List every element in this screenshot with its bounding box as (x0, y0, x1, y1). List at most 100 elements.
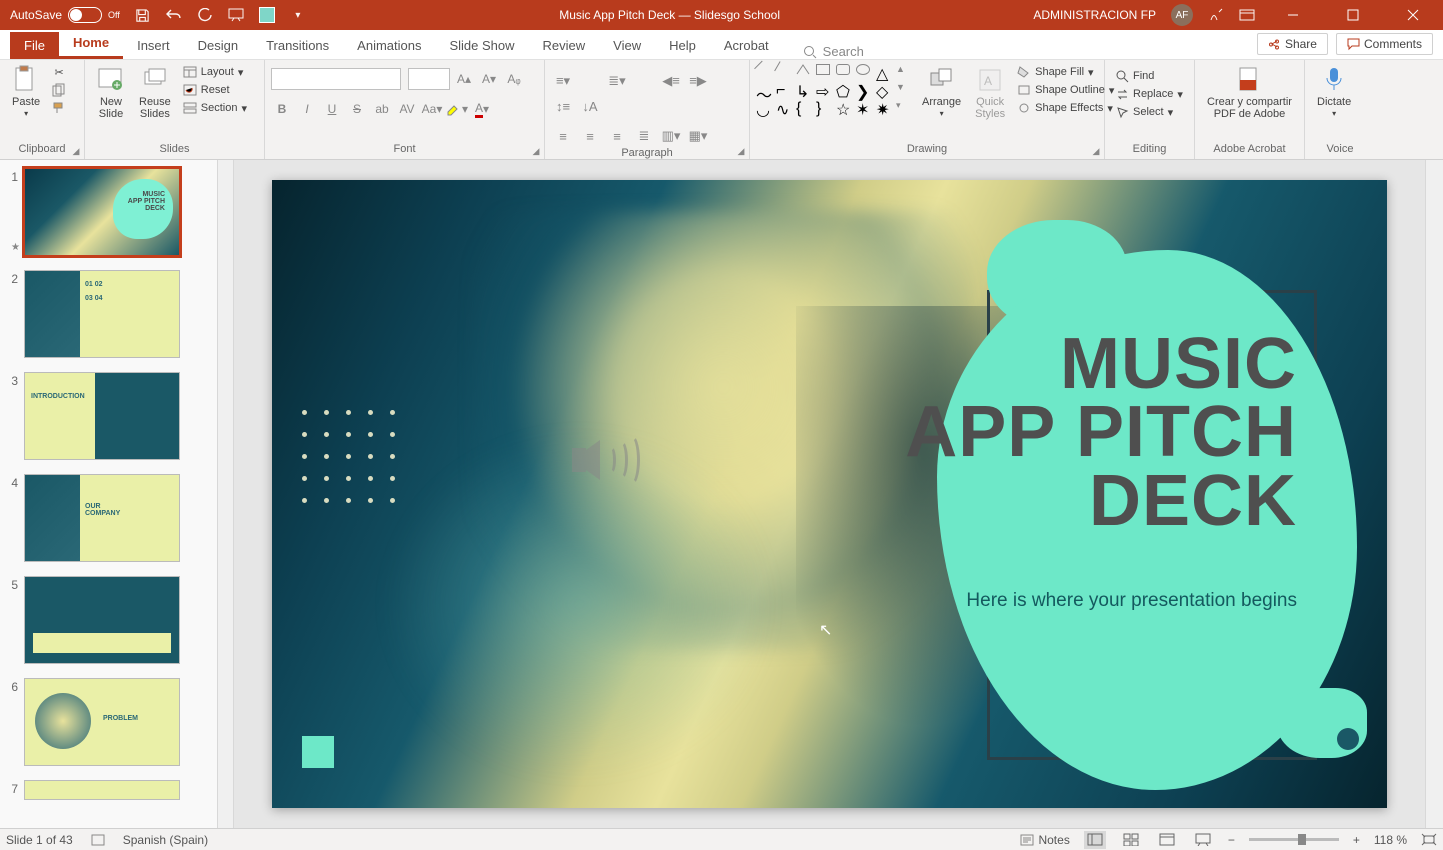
tab-home[interactable]: Home (59, 29, 123, 59)
slide-title[interactable]: MUSIC APP PITCH DECK (905, 330, 1297, 535)
slideshow-view-button[interactable] (1192, 831, 1214, 849)
strike-button[interactable]: S (346, 98, 368, 120)
slide-thumb-7[interactable] (24, 780, 180, 800)
new-slide-button[interactable]: New Slide (91, 64, 131, 122)
fit-to-window-button[interactable] (1421, 833, 1437, 846)
dictate-button[interactable]: Dictate▾ (1311, 64, 1357, 121)
font-launcher-icon[interactable]: ◢ (530, 145, 542, 157)
sorter-view-button[interactable] (1120, 831, 1142, 849)
slide-thumb-5[interactable] (24, 576, 180, 664)
paragraph-launcher-icon[interactable]: ◢ (735, 145, 747, 157)
comments-button[interactable]: Comments (1336, 33, 1433, 55)
shape-outline-button[interactable]: Shape Outline ▾ (1013, 82, 1118, 98)
underline-button[interactable]: U (321, 98, 343, 120)
shapes-gallery[interactable]: △ ▲ ～ ⌐ ↳ ⇨ ⬠ ❯ ◇ ▼ ◡ ∿ { } ☆ ✶ ✷ ▾ (756, 64, 914, 116)
gallery-down-icon[interactable]: ▼ (896, 82, 914, 98)
char-spacing-button[interactable]: AV (396, 98, 418, 120)
paste-button[interactable]: Paste▾ (6, 64, 46, 121)
slideshow-start-icon[interactable] (228, 7, 244, 23)
user-avatar[interactable]: AF (1171, 4, 1193, 26)
minimize-button[interactable] (1270, 0, 1315, 30)
coming-soon-icon[interactable] (1208, 7, 1224, 23)
italic-button[interactable]: I (296, 98, 318, 120)
clipboard-launcher-icon[interactable]: ◢ (70, 145, 82, 157)
decrease-font-icon[interactable]: A▾ (478, 68, 500, 90)
undo-icon[interactable] (166, 7, 182, 23)
zoom-level[interactable]: 118 % (1374, 833, 1407, 847)
align-right-button[interactable]: ≡ (605, 125, 629, 147)
color-swatch-icon[interactable] (259, 7, 275, 23)
thumbnail-pane[interactable]: 1 ★ MUSICAPP PITCHDECK 2 01 02 03 04 3 I… (0, 160, 218, 828)
slide-thumb-6[interactable]: PROBLEM (24, 678, 180, 766)
save-icon[interactable] (135, 7, 151, 23)
arrange-button[interactable]: Arrange▾ (916, 64, 967, 121)
align-center-button[interactable]: ≡ (578, 125, 602, 147)
tab-acrobat[interactable]: Acrobat (710, 32, 783, 59)
slide-editor[interactable]: MUSIC APP PITCH DECK Here is where your … (234, 160, 1425, 828)
replace-button[interactable]: Replace ▾ (1111, 86, 1187, 102)
gallery-more-icon[interactable]: ▾ (896, 100, 914, 116)
format-painter-button[interactable] (48, 100, 70, 116)
notes-button[interactable]: Notes (1020, 833, 1069, 847)
thumb-scrollbar[interactable] (218, 160, 234, 828)
smartart-button[interactable]: ▦▾ (686, 125, 710, 147)
reading-view-button[interactable] (1156, 831, 1178, 849)
gallery-up-icon[interactable]: ▲ (896, 64, 914, 80)
vertical-scrollbar[interactable] (1425, 160, 1443, 828)
numbering-button[interactable]: ≣▾ (605, 70, 629, 92)
shape-effects-button[interactable]: Shape Effects ▾ (1013, 100, 1118, 116)
audio-speaker-icon[interactable] (572, 430, 642, 490)
decrease-indent-button[interactable]: ◀≡ (659, 70, 683, 92)
columns-button[interactable]: ▥▾ (659, 125, 683, 147)
tab-help[interactable]: Help (655, 32, 710, 59)
highlight-button[interactable]: ▾ (446, 98, 468, 120)
share-button[interactable]: Share (1257, 33, 1328, 55)
slide-counter[interactable]: Slide 1 of 43 (6, 833, 73, 847)
tab-animations[interactable]: Animations (343, 32, 435, 59)
tell-me-search[interactable]: Search (803, 44, 864, 59)
tab-file[interactable]: File (10, 32, 59, 59)
quick-styles-button[interactable]: AQuick Styles (969, 64, 1011, 122)
drawing-launcher-icon[interactable]: ◢ (1090, 145, 1102, 157)
layout-button[interactable]: Layout ▾ (179, 64, 251, 80)
slide-subtitle[interactable]: Here is where your presentation begins (966, 590, 1297, 612)
close-button[interactable] (1390, 0, 1435, 30)
find-button[interactable]: Find (1111, 68, 1187, 84)
redo-icon[interactable] (197, 7, 213, 23)
tab-design[interactable]: Design (184, 32, 252, 59)
language-status[interactable]: Spanish (Spain) (123, 833, 208, 847)
accessibility-icon[interactable] (91, 833, 105, 847)
font-family-combo[interactable] (271, 68, 401, 90)
zoom-out-button[interactable]: − (1228, 833, 1235, 847)
shadow-button[interactable]: ab (371, 98, 393, 120)
slide-thumb-4[interactable]: OUR COMPANY (24, 474, 180, 562)
adobe-pdf-button[interactable]: Crear y compartir PDF de Adobe (1201, 64, 1298, 122)
slide-thumb-3[interactable]: INTRODUCTION (24, 372, 180, 460)
tab-review[interactable]: Review (529, 32, 600, 59)
change-case-button[interactable]: Aa▾ (421, 98, 443, 120)
line-spacing-button[interactable]: ↕≡ (551, 95, 575, 117)
cut-button[interactable]: ✂ (48, 64, 70, 80)
zoom-in-button[interactable]: + (1353, 833, 1360, 847)
qat-more-icon[interactable]: ▾ (290, 7, 306, 23)
reset-button[interactable]: Reset (179, 82, 251, 98)
shape-fill-button[interactable]: Shape Fill ▾ (1013, 64, 1118, 80)
autosave-toggle[interactable]: AutoSave Off (10, 7, 120, 23)
tab-view[interactable]: View (599, 32, 655, 59)
select-button[interactable]: Select ▾ (1111, 104, 1187, 120)
copy-button[interactable] (48, 82, 70, 98)
font-color-button[interactable]: A▾ (471, 98, 493, 120)
bullets-button[interactable]: ≡▾ (551, 70, 575, 92)
reuse-slides-button[interactable]: Reuse Slides (133, 64, 177, 122)
ribbon-display-icon[interactable] (1239, 7, 1255, 23)
align-left-button[interactable]: ≡ (551, 125, 575, 147)
text-direction-button[interactable]: ↓A (578, 95, 602, 117)
section-button[interactable]: Section ▾ (179, 100, 251, 116)
tab-insert[interactable]: Insert (123, 32, 184, 59)
justify-button[interactable]: ≣ (632, 125, 656, 147)
zoom-slider[interactable] (1249, 838, 1339, 841)
tab-slideshow[interactable]: Slide Show (435, 32, 528, 59)
tab-transitions[interactable]: Transitions (252, 32, 343, 59)
font-size-combo[interactable] (408, 68, 450, 90)
clear-format-icon[interactable]: Aᵩ (503, 68, 525, 90)
